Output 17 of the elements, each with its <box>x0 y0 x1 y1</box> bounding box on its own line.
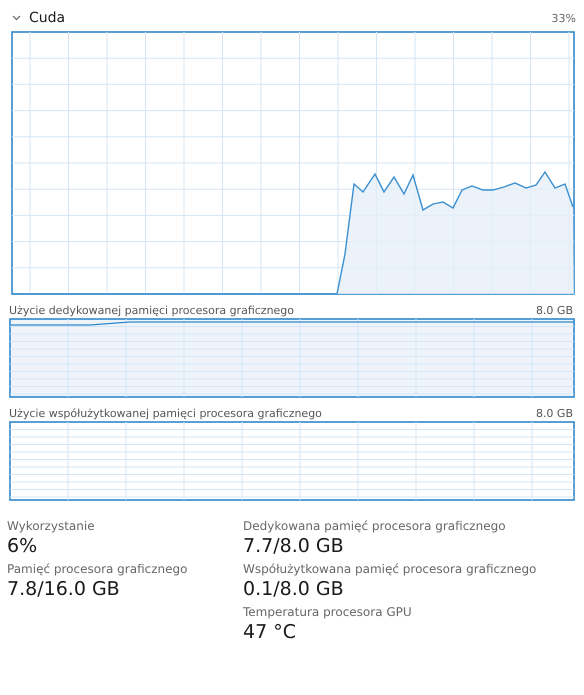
engine-title: Cuda <box>29 10 66 26</box>
stat-label: Temperatura procesora GPU <box>243 605 413 619</box>
graph-max: 8.0 GB <box>536 304 573 317</box>
stat-value: 6% <box>7 535 38 557</box>
graph-max: 8.0 GB <box>536 407 573 420</box>
stat-label: Współużytkowana pamięć procesora graficznego <box>243 562 536 576</box>
stat-value: 47 °C <box>243 621 297 643</box>
stat-label: Wykorzystanie <box>7 519 96 533</box>
stat-value: 7.8/16.0 GB <box>7 578 121 600</box>
stat-value: 0.1/8.0 GB <box>243 578 345 600</box>
chevron-down-icon[interactable] <box>12 15 21 21</box>
stat-value: 7.7/8.0 GB <box>243 535 345 557</box>
graph-label: Użycie współużytkowanej pamięci procesora graficznego <box>9 407 322 420</box>
stat-label: Dedykowana pamięć procesora graficznego <box>243 519 507 533</box>
usage-percent: 33% <box>552 12 576 24</box>
graph-label: Użycie dedykowanej pamięci procesora graficznego <box>9 304 294 317</box>
stat-label: Pamięć procesora graficznego <box>7 562 188 576</box>
